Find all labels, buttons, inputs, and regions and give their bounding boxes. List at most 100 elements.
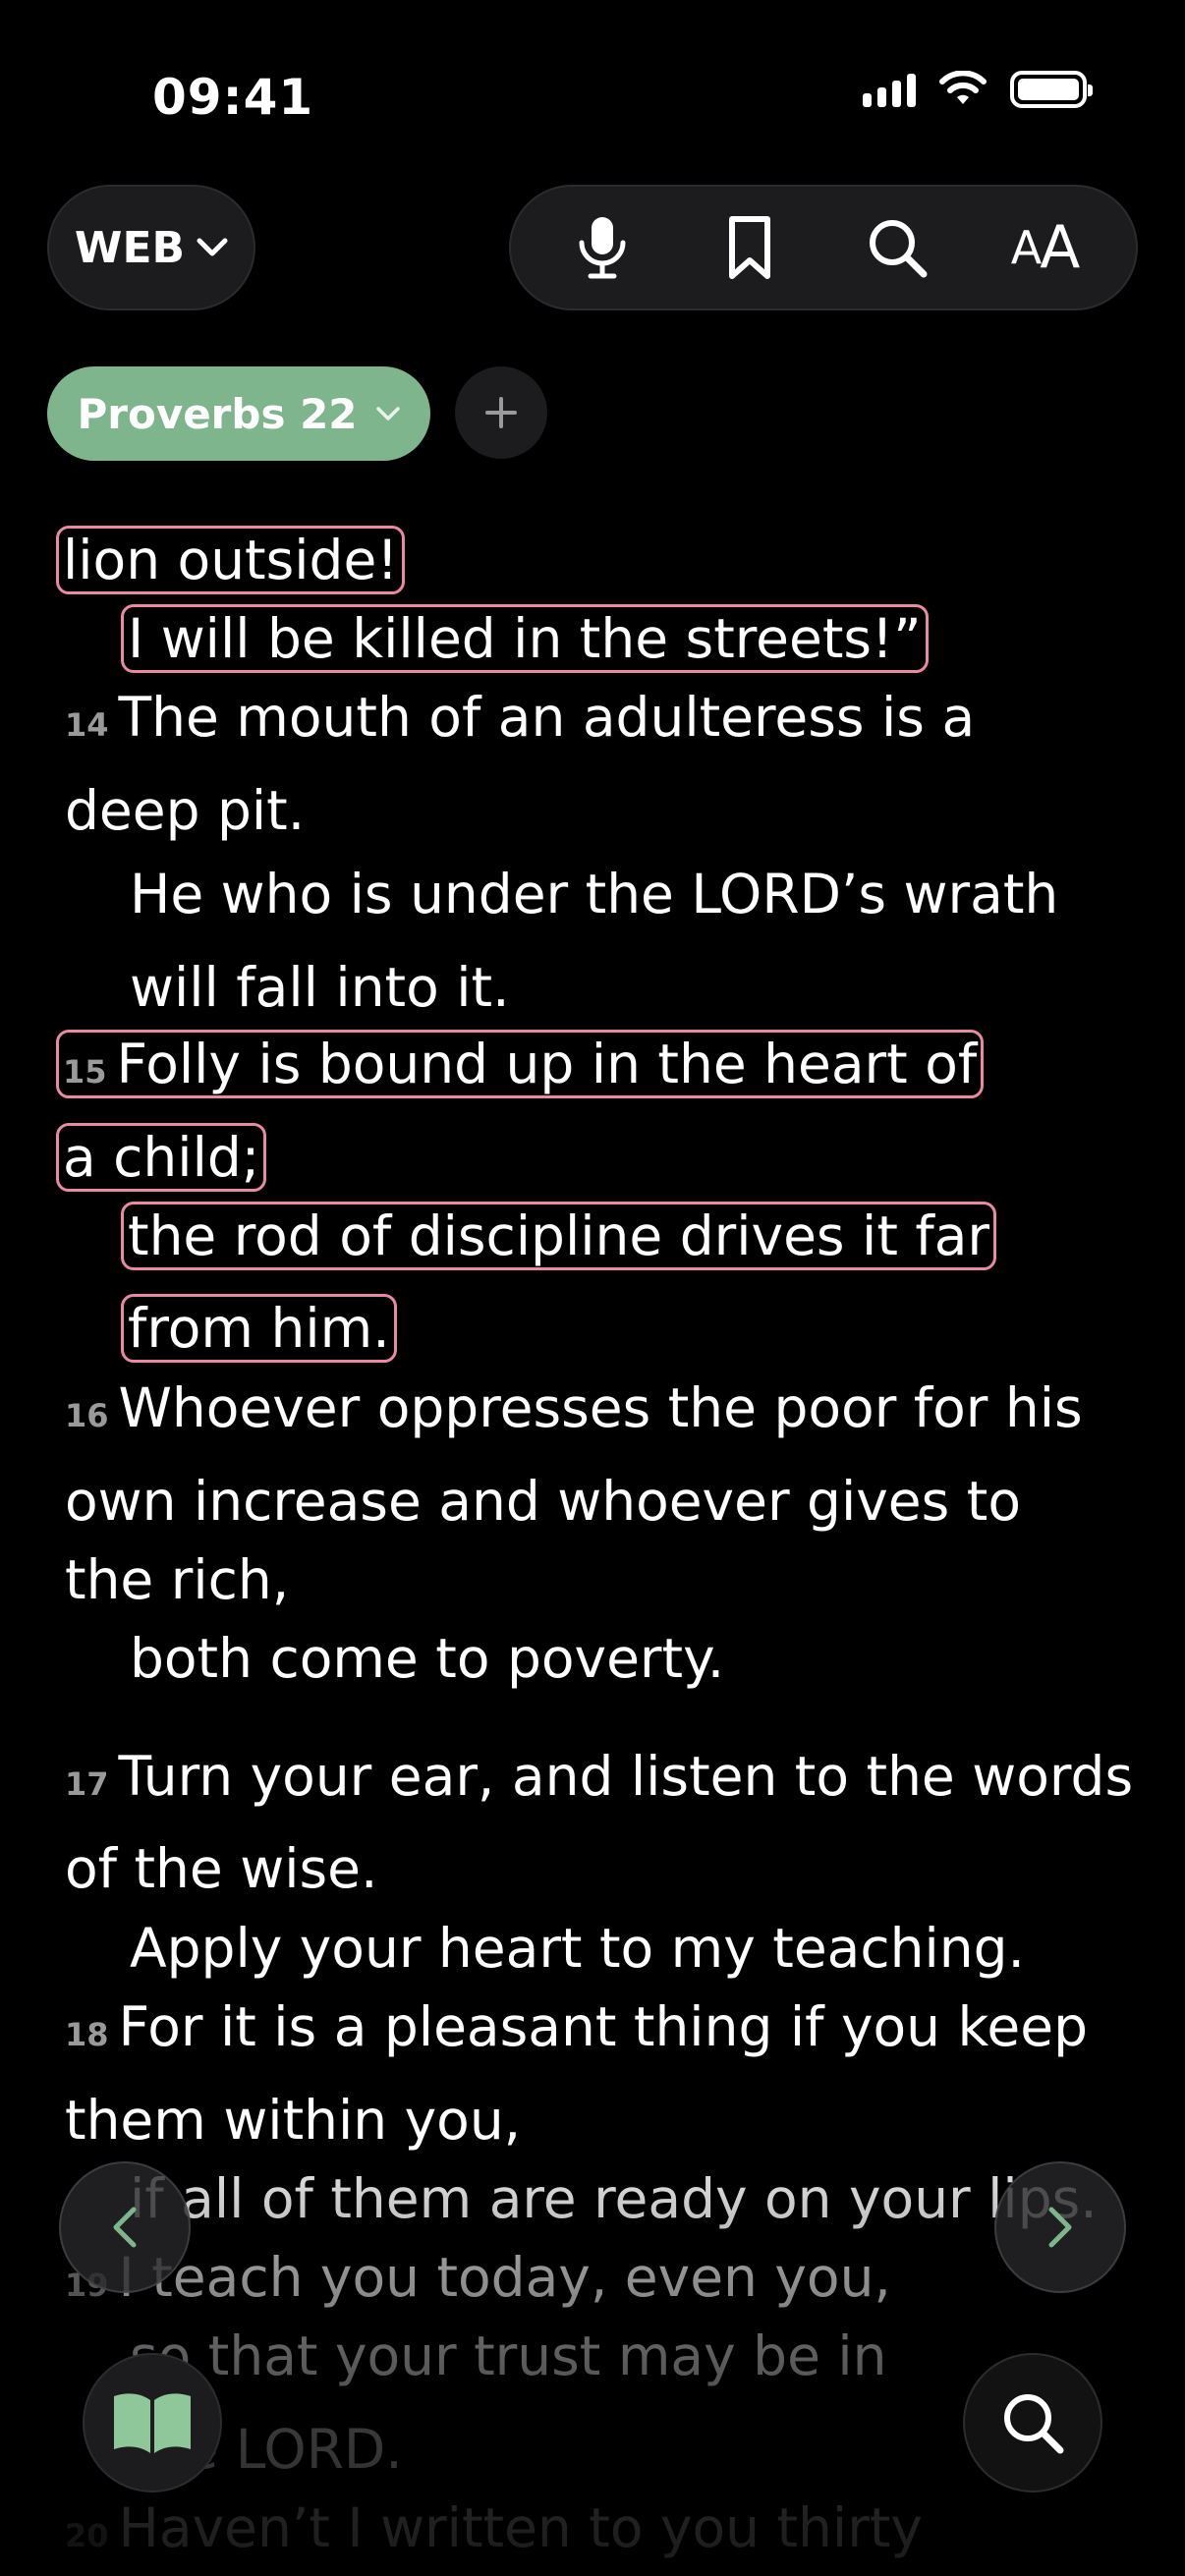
- verse-text: from him.: [128, 1297, 390, 1360]
- chevron-left-icon: [113, 2207, 137, 2248]
- verse-line[interactable]: 14 The mouth of an adulteress is a: [65, 678, 975, 756]
- verse-number: 15: [63, 1053, 107, 1091]
- verse-text: own increase and whoever gives to: [65, 1470, 1021, 1533]
- chapter-tab-label: Proverbs 22: [77, 389, 358, 438]
- verse-text: Folly is bound up in the heart of: [116, 1033, 978, 1095]
- font-size-button[interactable]: AA: [990, 194, 1099, 302]
- verse-text-wrap: of the wise.: [65, 1837, 377, 1900]
- verse-line[interactable]: Apply your heart to my teaching.: [130, 1909, 1025, 1988]
- verse-text: the rod of discipline drives it far: [128, 1204, 990, 1267]
- verse-line[interactable]: 16 Whoever oppresses the poor for his: [65, 1369, 1083, 1447]
- verse-text-wrap: I will be killed in the streets!”: [121, 604, 929, 673]
- verse-text-wrap: 16 Whoever oppresses the poor for his: [65, 1376, 1083, 1439]
- version-selector-button[interactable]: WEB: [47, 185, 255, 310]
- verse-text-wrap: 17 Turn your ear, and listen to the words: [65, 1745, 1133, 1808]
- reader-toolbar: AA: [509, 185, 1138, 310]
- verse-number: 17: [65, 1765, 109, 1803]
- verse-text: Apply your heart to my teaching.: [130, 1917, 1026, 1980]
- verse-line[interactable]: from him.: [121, 1289, 397, 1368]
- verse-line[interactable]: 17 Turn your ear, and listen to the words: [65, 1737, 1133, 1816]
- verse-text: The mouth of an adulteress is a: [118, 686, 976, 749]
- verse-line[interactable]: the rod of discipline drives it far: [120, 1197, 997, 1275]
- verse-text-wrap: the rod of discipline drives it far: [120, 1202, 997, 1270]
- verse-text: will fall into it.: [130, 956, 510, 1019]
- status-icons: [863, 71, 1093, 108]
- verse-line[interactable]: both come to poverty.: [130, 1619, 724, 1698]
- verse-text-wrap: the rich,: [65, 1548, 289, 1611]
- verse-text: them within you,: [65, 2089, 522, 2152]
- verse-text: a child;: [63, 1126, 260, 1189]
- verse-text-wrap: 19 I teach you today, even you,: [65, 2246, 891, 2309]
- verse-text-wrap: 20 Haven’t I written to you thirty: [65, 2496, 923, 2559]
- verse-text-wrap: 14 The mouth of an adulteress is a: [65, 686, 975, 749]
- chapter-tab-proverbs-22[interactable]: Proverbs 22: [47, 366, 430, 461]
- verse-line[interactable]: lion outside!: [55, 521, 406, 599]
- verse-number: 18: [65, 2016, 109, 2053]
- verse-text-wrap: 15 Folly is bound up in the heart of: [55, 1030, 985, 1098]
- verse-text-wrap: them within you,: [65, 2089, 521, 2152]
- wifi-icon: [939, 71, 987, 104]
- verse-line[interactable]: He who is under the LORD’s wrath: [130, 855, 1058, 933]
- verse-text: so that your trust may be in: [130, 2324, 887, 2387]
- bookmark-button[interactable]: [696, 194, 804, 302]
- verse-text-wrap: lion outside!: [55, 526, 406, 594]
- verse-text: I will be killed in the streets!”: [128, 607, 922, 670]
- verse-text-wrap: so that your trust may be in: [130, 2324, 887, 2387]
- verse-text: deep pit.: [65, 779, 306, 842]
- verse-line[interactable]: so that your trust may be in: [130, 2317, 887, 2395]
- verse-line[interactable]: of the wise.: [65, 1829, 377, 1908]
- floating-search-button[interactable]: [963, 2353, 1102, 2492]
- verse-text: lion outside!: [63, 529, 399, 591]
- verse-text: Whoever oppresses the poor for his: [118, 1376, 1083, 1439]
- verse-text-wrap: He who is under the LORD’s wrath: [130, 863, 1058, 925]
- verse-text-wrap: from him.: [121, 1294, 397, 1363]
- verse-number: 20: [65, 2517, 109, 2554]
- verse-text: the rich,: [65, 1548, 290, 1611]
- search-icon: [870, 220, 928, 278]
- search-icon: [1004, 2394, 1064, 2454]
- verse-text: I teach you today, even you,: [118, 2246, 891, 2309]
- cellular-signal-icon: [863, 72, 916, 107]
- verse-line[interactable]: will fall into it.: [130, 948, 510, 1027]
- font-size-small-label: A: [1010, 221, 1043, 274]
- books-button[interactable]: [83, 2353, 222, 2492]
- status-time: 09:41: [152, 69, 314, 126]
- verse-text-wrap: both come to poverty.: [130, 1627, 724, 1690]
- verse-text-wrap: own increase and whoever gives to: [65, 1470, 1021, 1533]
- verse-text: For it is a pleasant thing if you keep: [118, 1995, 1088, 2058]
- verse-line[interactable]: deep pit.: [65, 771, 305, 850]
- verse-text: if all of them are ready on your lips.: [130, 2167, 1098, 2230]
- verse-text-wrap: will fall into it.: [130, 956, 510, 1019]
- battery-icon: [1010, 71, 1093, 108]
- chevron-down-icon: [375, 407, 400, 420]
- chevron-right-icon: [1048, 2207, 1072, 2248]
- verse-text: Turn your ear, and listen to the words: [118, 1745, 1134, 1808]
- verse-text-wrap: 18 For it is a pleasant thing if you keep: [65, 1995, 1088, 2058]
- verse-text-wrap: a child;: [55, 1123, 267, 1192]
- verse-line[interactable]: 20 Haven’t I written to you thirty: [65, 2489, 923, 2567]
- add-tab-button[interactable]: [455, 366, 547, 459]
- verse-text: of the wise.: [65, 1837, 378, 1900]
- previous-chapter-button[interactable]: [59, 2161, 191, 2293]
- verse-line[interactable]: own increase and whoever gives to: [65, 1462, 1021, 1540]
- verse-text: Haven’t I written to you thirty: [118, 2496, 923, 2559]
- verse-line[interactable]: 19 I teach you today, even you,: [65, 2238, 891, 2317]
- verse-line[interactable]: if all of them are ready on your lips.: [130, 2159, 1098, 2238]
- verse-text-wrap: deep pit.: [65, 779, 305, 842]
- next-chapter-button[interactable]: [994, 2161, 1126, 2293]
- verse-line[interactable]: I will be killed in the streets!”: [121, 599, 929, 678]
- verse-line[interactable]: 18 For it is a pleasant thing if you keep: [65, 1988, 1088, 2066]
- verse-number: 14: [65, 706, 109, 744]
- verse-line[interactable]: 15 Folly is bound up in the heart of: [55, 1025, 985, 1103]
- open-book-icon: [114, 2393, 191, 2453]
- microphone-button[interactable]: [548, 194, 656, 302]
- verse-line[interactable]: the rich,: [65, 1540, 289, 1619]
- search-button[interactable]: [843, 194, 951, 302]
- verse-text-wrap: if all of them are ready on your lips.: [130, 2167, 1098, 2230]
- verse-line[interactable]: them within you,: [65, 2081, 521, 2159]
- microphone-icon: [579, 217, 626, 279]
- version-label: WEB: [74, 222, 186, 273]
- verse-text: both come to poverty.: [130, 1627, 725, 1690]
- font-size-large-label: A: [1040, 213, 1080, 282]
- verse-line[interactable]: a child;: [55, 1118, 267, 1197]
